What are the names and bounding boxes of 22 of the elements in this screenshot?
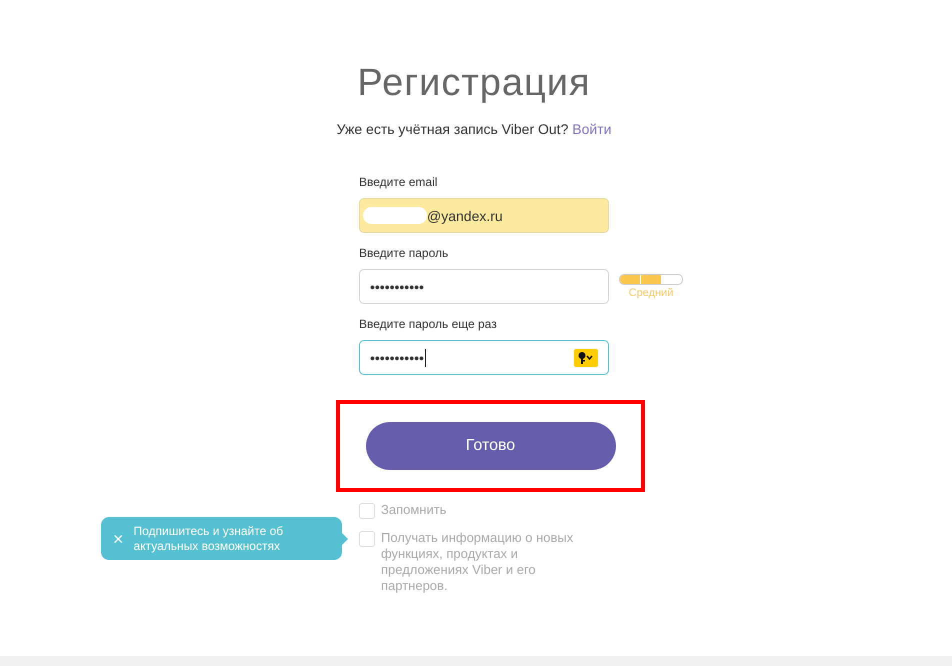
- checkbox-label: Запомнить: [381, 502, 448, 518]
- login-link[interactable]: Войти: [572, 121, 612, 137]
- password-field[interactable]: •••••••••••: [359, 269, 609, 304]
- field-value: •••••••••••: [370, 278, 424, 294]
- field-value: @yandex.ru: [427, 208, 503, 224]
- field-value: •••••••••••: [370, 350, 424, 366]
- done-button[interactable]: Готово: [366, 422, 616, 470]
- email-field[interactable]: @yandex.ru: [359, 198, 609, 233]
- strength-meter: [619, 274, 683, 285]
- checkbox[interactable]: [359, 531, 375, 547]
- password-field[interactable]: •••••••••••: [359, 340, 609, 375]
- redaction-mark: [363, 207, 427, 224]
- checkbox[interactable]: [359, 503, 375, 519]
- field-label: Введите пароль еще раз: [359, 317, 498, 331]
- checkbox-label: Получать информацию о новых функциях, продуктах и предложениях Viber и его партнеров.: [381, 530, 574, 594]
- key-icon[interactable]: [574, 348, 598, 366]
- login-prompt: Уже есть учётная запись Viber Out? Войти: [336, 121, 612, 137]
- field-label: Введите пароль: [359, 246, 450, 260]
- strength-reading: Средний: [628, 287, 674, 299]
- page-title: Регистрация: [357, 61, 591, 106]
- field-label: Введите email: [359, 175, 438, 189]
- tooltip-text: Подпишитесь и узнайте об актуальных возможностях: [134, 524, 284, 554]
